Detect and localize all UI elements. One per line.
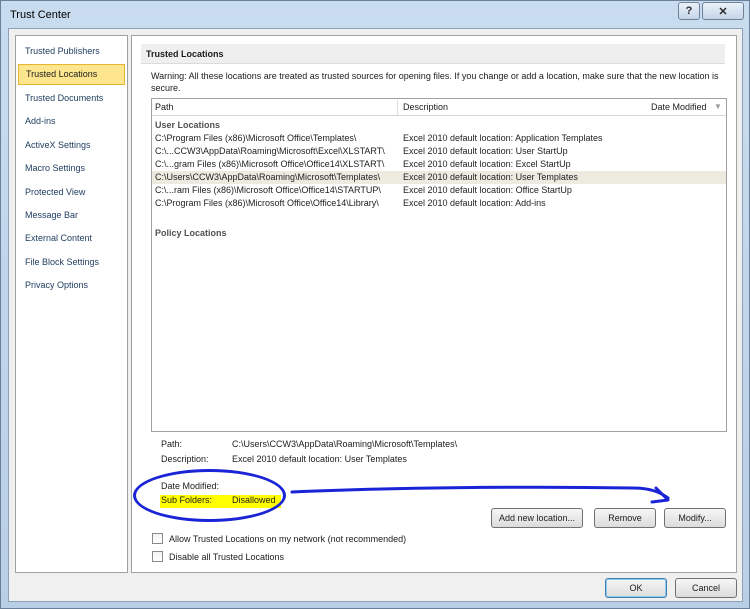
annotation-arrow [290, 485, 670, 504]
